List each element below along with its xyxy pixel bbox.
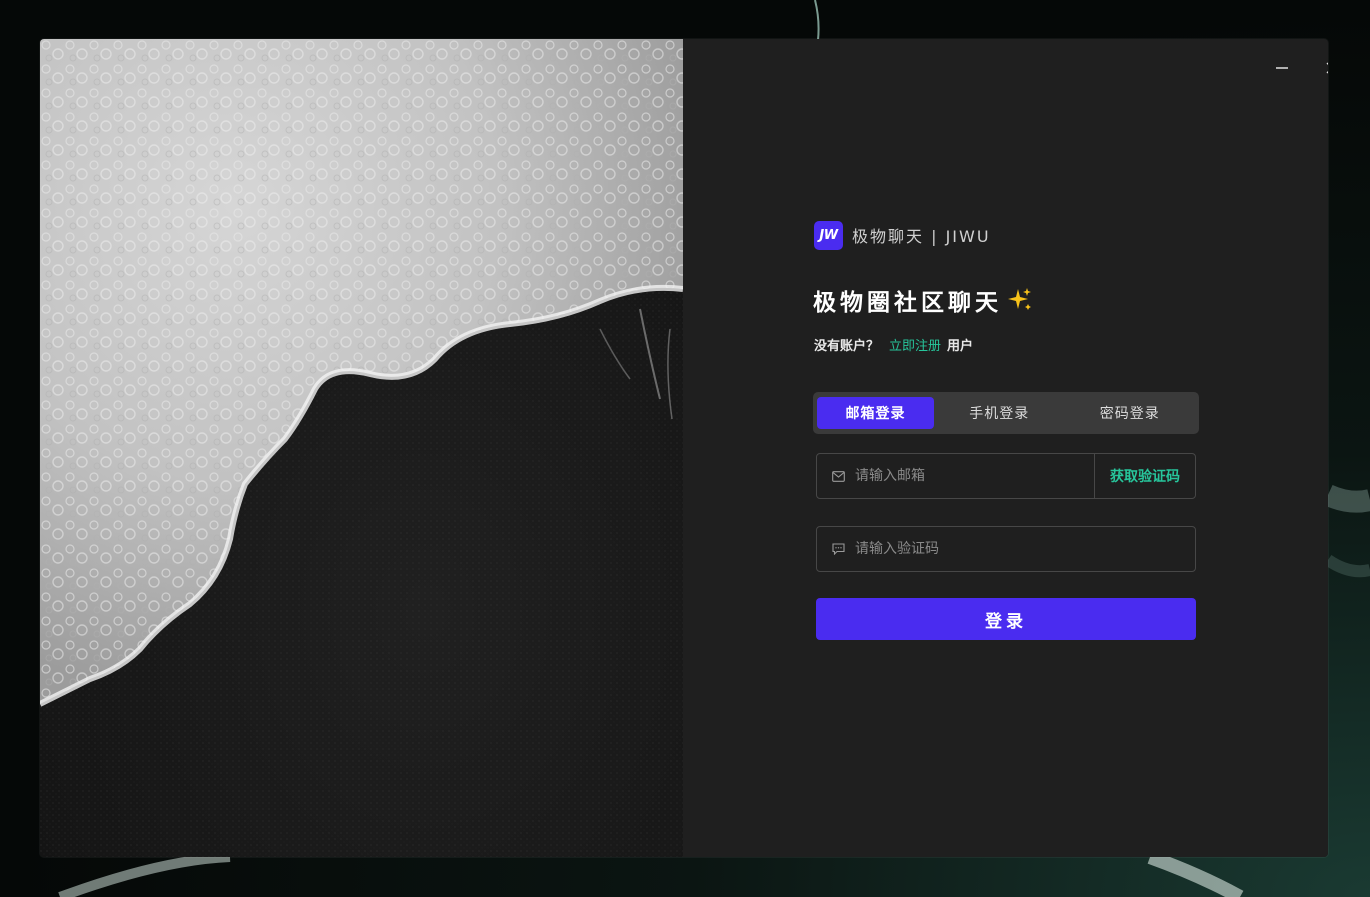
get-code-button[interactable]: 获取验证码 <box>1094 454 1195 498</box>
brand: JW 极物聊天 | JIWU <box>814 220 991 250</box>
verification-code-input[interactable] <box>853 526 1195 572</box>
close-button[interactable] <box>1317 53 1328 83</box>
minimize-button[interactable] <box>1267 53 1297 83</box>
email-field: 获取验证码 <box>816 453 1196 499</box>
verification-code-field <box>816 526 1196 572</box>
email-input[interactable] <box>853 453 1094 499</box>
login-button[interactable]: 登录 <box>816 598 1196 640</box>
login-panel: JW 极物聊天 | JIWU 极物圈社区聊天 没有账户？ 立即注册 用户 邮箱登录 … <box>683 39 1328 857</box>
register-question: 没有账户？ <box>814 339 880 354</box>
register-prompt: 没有账户？ 立即注册 用户 <box>814 335 973 354</box>
close-icon <box>1326 62 1328 74</box>
register-link[interactable]: 立即注册 <box>889 339 941 354</box>
tab-email-login[interactable]: 邮箱登录 <box>817 397 934 429</box>
app-logo: JW <box>814 220 843 250</box>
brand-name: 极物聊天 | JIWU <box>852 227 991 246</box>
login-window: JW 极物聊天 | JIWU 极物圈社区聊天 没有账户？ 立即注册 用户 邮箱登录 … <box>40 39 1328 857</box>
hero-image <box>40 39 683 857</box>
register-suffix: 用户 <box>947 339 974 354</box>
message-icon <box>831 542 845 556</box>
tab-phone-login[interactable]: 手机登录 <box>934 397 1065 429</box>
page-title-text: 极物圈社区聊天 <box>813 290 1002 316</box>
minimize-icon <box>1276 67 1288 69</box>
tab-password-login[interactable]: 密码登录 <box>1065 397 1196 429</box>
login-method-tabs: 邮箱登录 手机登录 密码登录 <box>813 392 1199 434</box>
mail-icon <box>831 469 845 483</box>
ocean-foam-illustration <box>40 39 683 857</box>
desktop-background: JW 极物聊天 | JIWU 极物圈社区聊天 没有账户？ 立即注册 用户 邮箱登录 … <box>0 0 1370 897</box>
sparkles-icon <box>1008 288 1031 310</box>
page-title: 极物圈社区聊天 <box>813 283 1034 317</box>
